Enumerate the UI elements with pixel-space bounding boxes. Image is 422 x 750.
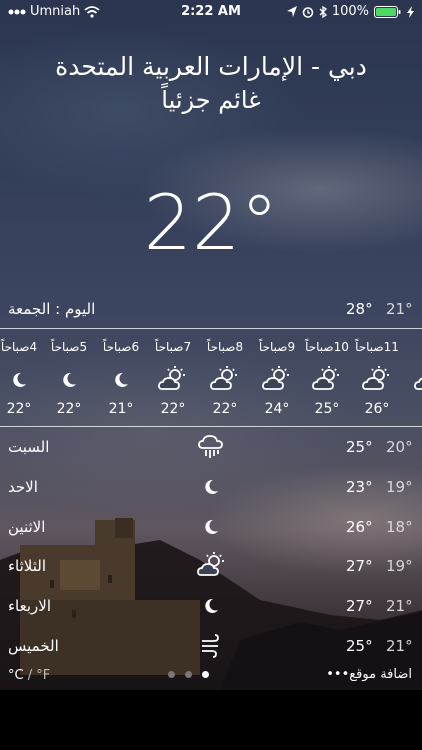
- alarm-icon: [302, 6, 314, 18]
- day-row: الثلاثاء 27° 19°: [0, 551, 422, 581]
- day-row: الاحد 23° 19°: [0, 472, 422, 502]
- hour-temperature: 24°: [264, 401, 290, 417]
- hour-column: ءا2: [402, 329, 422, 426]
- moon-icon: [105, 365, 137, 393]
- fahrenheit-unit[interactable]: °F: [36, 668, 50, 683]
- today-label: اليوم : الجمعة: [8, 300, 96, 318]
- location-arrow-icon: [286, 5, 297, 17]
- city-name: دبي - الإمارات العربية المتحدة: [55, 52, 367, 81]
- today-summary: اليوم : الجمعة 28° 21°: [0, 300, 422, 322]
- partly-cloudy-sun-icon: [196, 551, 226, 579]
- day-name: الثلاثاء: [8, 557, 47, 575]
- charging-bolt-icon: [407, 5, 414, 18]
- partly-cloudy-sun-icon: [361, 365, 393, 393]
- status-bar: Umniah 2:22 AM 100%: [0, 0, 422, 22]
- day-high: 27°: [346, 557, 373, 575]
- hour-temperature: 22°: [160, 401, 186, 417]
- partly-cloudy-sun-icon: [261, 365, 293, 393]
- day-low: 21°: [386, 597, 413, 615]
- partly-cloudy-sun-icon: [157, 365, 189, 393]
- day-high: 27°: [346, 597, 373, 615]
- rain-cloud-icon: [196, 432, 226, 460]
- hourly-forecast[interactable]: 4صباحاً 22° 5صباحاً 22° 6صباحاً 21° 7صباحاً 22°…: [0, 328, 422, 427]
- day-high: 26°: [346, 518, 373, 536]
- wind-icon: [196, 631, 226, 659]
- day-high: 23°: [346, 478, 373, 496]
- day-name: الاثنين: [8, 518, 46, 536]
- add-location-button[interactable]: اضافة موقع•••: [326, 667, 412, 682]
- day-row: السبت 25° 20°: [0, 432, 422, 462]
- hour-temperature: 22°: [212, 401, 238, 417]
- partly-cloudy-sun-icon: [413, 365, 422, 393]
- day-row: الاثنين 26° 18°: [0, 512, 422, 542]
- day-low: 19°: [386, 478, 413, 496]
- day-high: 25°: [346, 637, 373, 655]
- hour-temperature: 26°: [364, 401, 390, 417]
- day-name: الخميس: [8, 637, 59, 655]
- moon-icon: [3, 365, 35, 393]
- hour-temperature: 25°: [314, 401, 340, 417]
- day-name: السبت: [8, 438, 50, 456]
- unit-toggle[interactable]: °C / °F: [8, 668, 50, 683]
- more-dots-icon: •••: [326, 667, 350, 682]
- hour-temperature: 22°: [6, 401, 32, 417]
- celsius-unit[interactable]: °C: [8, 668, 24, 683]
- moon-icon: [196, 591, 226, 619]
- bluetooth-icon: [319, 5, 327, 18]
- bottom-bar: [0, 690, 422, 750]
- day-low: 18°: [386, 518, 413, 536]
- battery-icon: [374, 5, 401, 18]
- add-location-label: اضافة موقع: [349, 667, 412, 682]
- today-low: 21°: [386, 300, 413, 318]
- moon-icon: [196, 512, 226, 540]
- moon-icon: [196, 472, 226, 500]
- hour-temperature: 21°: [108, 401, 134, 417]
- day-low: 19°: [386, 557, 413, 575]
- today-high: 28°: [346, 300, 373, 318]
- day-high: 25°: [346, 438, 373, 456]
- day-row: الخميس 25° 21°: [0, 631, 422, 661]
- battery-percent: 100%: [331, 4, 369, 19]
- day-name: الاحد: [8, 478, 38, 496]
- hour-temperature: 2: [402, 401, 422, 417]
- page-dot-active[interactable]: [202, 671, 209, 678]
- day-low: 21°: [386, 637, 413, 655]
- unit-separator: /: [27, 668, 33, 683]
- page-indicator[interactable]: [168, 671, 209, 678]
- day-low: 20°: [386, 438, 413, 456]
- page-dot[interactable]: [168, 671, 175, 678]
- partly-cloudy-sun-icon: [209, 365, 241, 393]
- hour-temperature: 22°: [56, 401, 82, 417]
- page-dot[interactable]: [185, 671, 192, 678]
- day-name: الاربعاء: [8, 597, 52, 615]
- moon-icon: [53, 365, 85, 393]
- weather-condition: غائم جزئياً: [161, 86, 261, 114]
- partly-cloudy-sun-icon: [311, 365, 343, 393]
- current-temperature: 22°: [143, 178, 279, 267]
- hour-label: ءا: [396, 340, 422, 354]
- day-row: الاربعاء 27° 21°: [0, 591, 422, 621]
